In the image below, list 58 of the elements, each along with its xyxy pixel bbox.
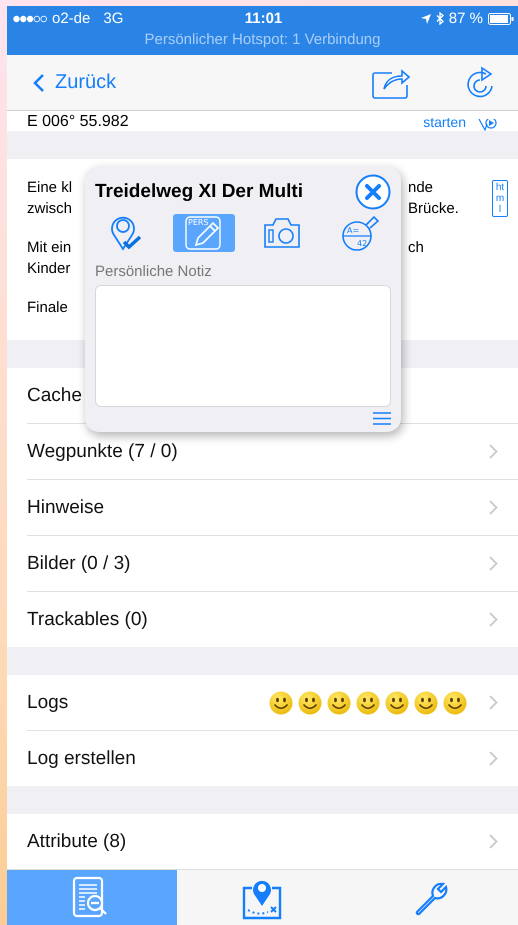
row-label: Attribute (8) (27, 830, 126, 852)
smiley-icon (298, 690, 322, 714)
pin-check-icon (110, 215, 142, 251)
description-text: Mit ein (27, 238, 72, 258)
description-text: zwisch (27, 199, 72, 219)
chevron-right-icon (489, 695, 498, 710)
row-label: Hinweise (27, 496, 104, 518)
chevron-right-icon (489, 444, 498, 459)
row-label: Cache (27, 384, 82, 406)
description-text: Kinder (27, 259, 70, 279)
carrier-label: o2-de (52, 10, 90, 27)
popup-title: Treidelweg XI Der Multi (95, 181, 303, 203)
navigation-play-icon[interactable] (478, 119, 498, 131)
list-row[interactable]: Log erstellen (27, 731, 518, 786)
start-link[interactable]: starten (423, 113, 466, 131)
signal-icon (13, 14, 47, 22)
chevron-right-icon (489, 751, 498, 766)
chevron-left-icon (33, 72, 45, 92)
chevron-right-icon (489, 834, 498, 849)
chevron-right-icon (489, 612, 498, 627)
description-text: Eine kl (27, 178, 72, 198)
smiley-icon (385, 690, 409, 714)
smiley-icon (443, 690, 467, 714)
battery-label: 87 % (448, 10, 483, 27)
note-field[interactable] (95, 285, 391, 407)
list-row[interactable]: Hinweise (27, 480, 518, 536)
row-label: Log erstellen (27, 748, 136, 770)
smiley-icon (414, 690, 438, 714)
smiley-icon (269, 690, 293, 714)
clock-label: 11:01 (244, 10, 282, 27)
network-label: 3G (103, 10, 124, 27)
list-row[interactable]: Trackables (0) (27, 592, 518, 647)
back-button[interactable]: Zurück (33, 71, 116, 94)
tab-bar-item[interactable] (7, 870, 178, 925)
battery-icon (488, 12, 514, 24)
camera-icon (263, 217, 301, 249)
list-row[interactable]: Bilder (0 / 3) (27, 536, 518, 592)
row-label: Wegpunkte (7 / 0) (27, 440, 178, 462)
row-label: Logs (27, 692, 68, 714)
html-badge[interactable]: html (492, 180, 508, 217)
smiley-icon (356, 690, 380, 714)
field-label: Persönliche Notiz (95, 263, 213, 280)
smiley-icon (327, 690, 351, 714)
description-text: Finale (27, 298, 68, 318)
menu-icon[interactable] (373, 412, 391, 425)
description-text: ch (408, 238, 424, 258)
close-icon[interactable] (355, 174, 391, 210)
row-label: Bilder (0 / 3) (27, 552, 130, 574)
chevron-right-icon (489, 556, 498, 571)
coordinates-text: E 006° 55.982 (27, 113, 129, 131)
location-arrow-icon (420, 14, 431, 24)
row-label: Trackables (0) (27, 608, 148, 630)
description-text: Brücke. (408, 199, 459, 219)
bluetooth-icon (436, 12, 444, 25)
description-text: nde (408, 178, 434, 198)
share-icon[interactable] (372, 66, 410, 98)
chevron-right-icon (489, 500, 498, 515)
list-row[interactable]: Logs (27, 675, 518, 731)
